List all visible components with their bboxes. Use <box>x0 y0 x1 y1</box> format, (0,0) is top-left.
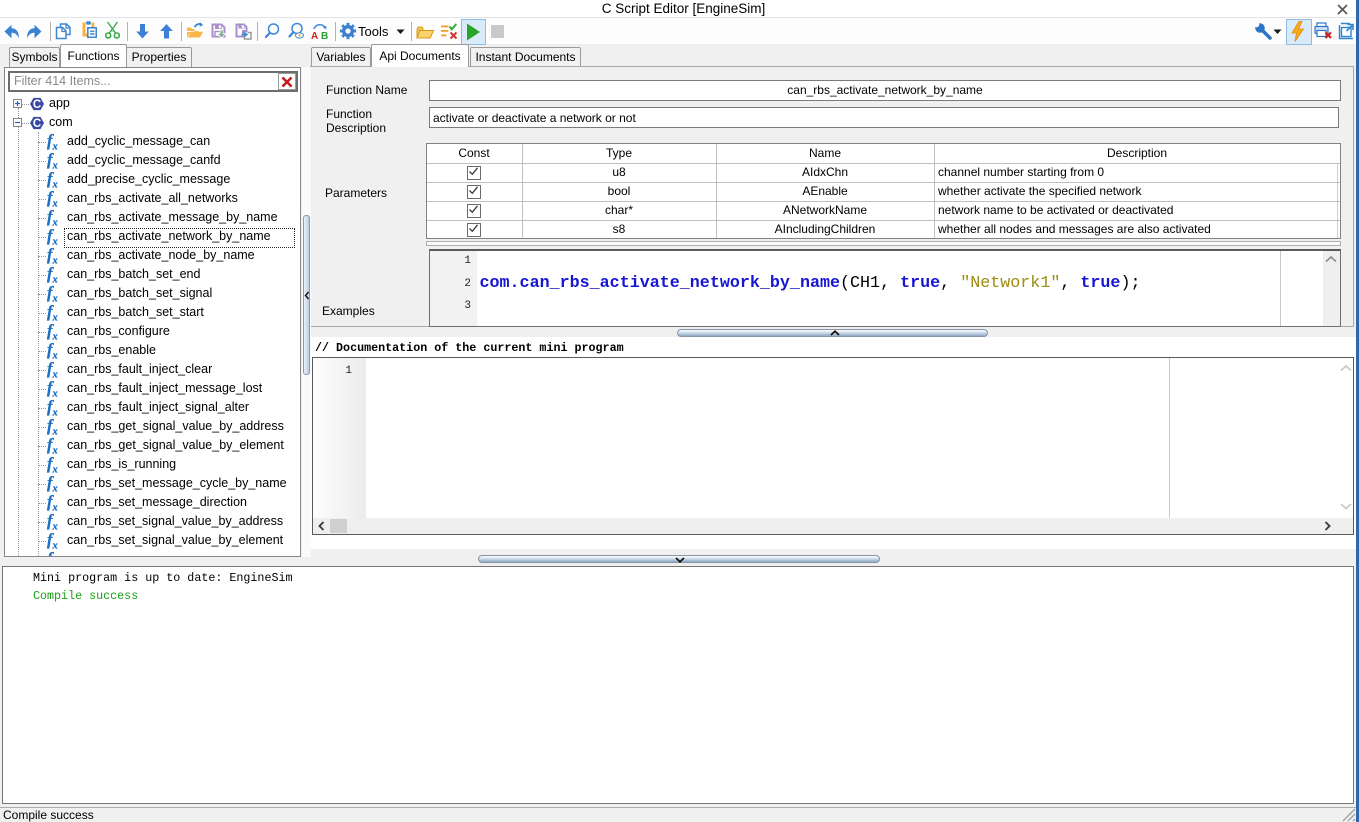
svg-text:A: A <box>311 31 318 41</box>
svg-text:C: C <box>33 118 41 130</box>
svg-text:C: C <box>33 99 41 111</box>
svg-text:B: B <box>321 31 328 41</box>
